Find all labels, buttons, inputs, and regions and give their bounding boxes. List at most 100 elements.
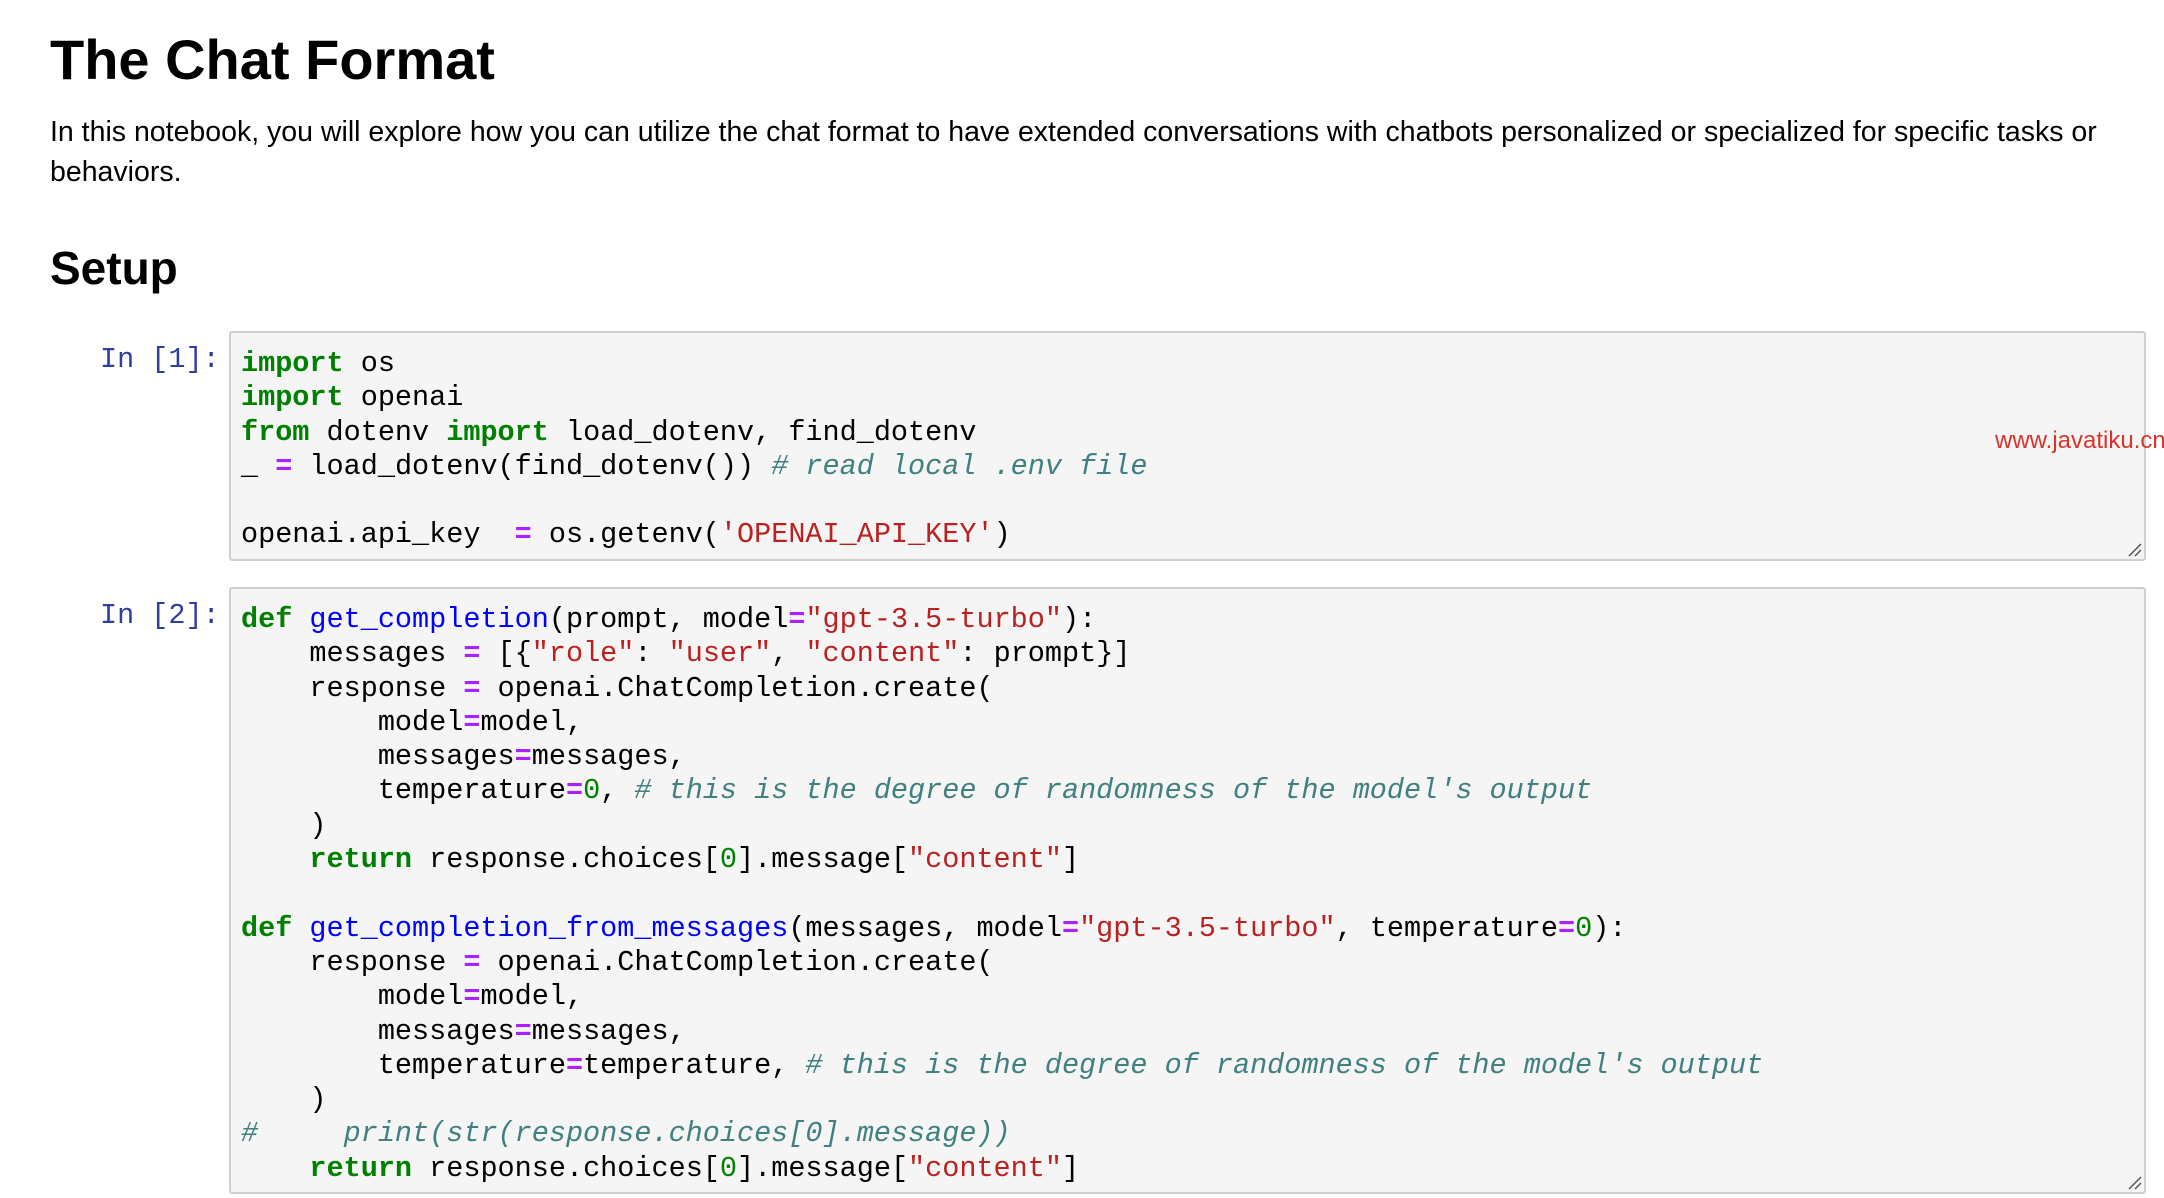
intro-text: In this notebook, you will explore how y…: [50, 116, 2097, 188]
code-line: return response.choices[0].message["cont…: [241, 843, 2144, 877]
code-token: messages,: [531, 1014, 686, 1048]
cell-prompt: In [2]:: [100, 599, 220, 632]
watermark: www.javatiku.cn: [1995, 427, 2164, 454]
code-token: ,: [600, 774, 635, 808]
code-token: messages: [241, 1014, 515, 1048]
code-line: messages=messages,: [241, 740, 2144, 774]
code-token: "gpt-3.5-turbo": [805, 603, 1062, 636]
code-token: =: [514, 518, 532, 552]
code-line: model=model,: [241, 980, 2144, 1014]
code-token: response.choices[: [412, 1151, 720, 1185]
code-token: =: [463, 945, 481, 979]
code-token: get_completion: [309, 603, 549, 636]
code-line: return response.choices[0].message["cont…: [241, 1152, 2144, 1186]
code-token: ]: [1061, 843, 1080, 877]
section-heading-setup: Setup: [50, 242, 178, 294]
code-token: messages,: [531, 740, 686, 774]
code-token: get_completion_from_messages: [309, 911, 789, 945]
code-line: response = openai.ChatCompletion.create(: [241, 672, 2144, 706]
code-token: "user": [668, 637, 772, 671]
resize-grip-icon[interactable]: [2126, 541, 2142, 557]
code-token: "content": [908, 843, 1062, 877]
code-cell[interactable]: def get_completion(prompt, model="gpt-3.…: [229, 587, 2146, 1194]
code-token: [{: [480, 637, 532, 671]
code-editor[interactable]: def get_completion(prompt, model="gpt-3.…: [231, 589, 2144, 1186]
code-line: response = openai.ChatCompletion.create(: [241, 946, 2144, 980]
code-token: import: [241, 381, 344, 415]
code-token: ): [241, 1083, 327, 1117]
code-token: (messages, model: [788, 911, 1062, 945]
code-token: import: [241, 347, 344, 380]
code-line: temperature=temperature, # this is the d…: [241, 1049, 2144, 1083]
cell-prompt: In [1]:: [100, 343, 220, 376]
code-line: # print(str(response.choices[0].message)…: [241, 1117, 2144, 1151]
code-token: (prompt, model: [548, 603, 789, 636]
code-token: response: [241, 671, 464, 705]
code-token: "role": [531, 637, 635, 671]
code-token: model: [241, 705, 464, 739]
code-token: temperature: [241, 774, 566, 808]
code-token: ): [241, 808, 327, 842]
code-token: # read local .env file: [771, 449, 1148, 483]
code-token: =: [514, 740, 532, 774]
code-token: =: [463, 637, 481, 671]
code-token: model: [241, 980, 464, 1014]
code-token: ].message[: [737, 1151, 909, 1185]
code-token: openai.api_key: [241, 518, 515, 552]
code-token: import: [446, 415, 549, 449]
code-token: messages: [241, 637, 464, 671]
code-token: messages: [241, 740, 515, 774]
code-token: response: [241, 945, 464, 979]
code-token: "content": [908, 1151, 1062, 1185]
code-token: dotenv: [309, 415, 447, 449]
code-token: ]: [1061, 1151, 1080, 1185]
code-token: openai.ChatCompletion.create(: [480, 945, 994, 979]
code-token: load_dotenv(find_dotenv()): [292, 449, 772, 483]
code-token: return: [309, 843, 413, 877]
resize-grip-icon[interactable]: [2126, 1174, 2142, 1190]
code-token: =: [788, 603, 806, 636]
code-line: messages=messages,: [241, 1015, 2144, 1049]
code-token: _: [241, 449, 276, 483]
code-token: def: [241, 911, 293, 945]
code-line: model=model,: [241, 706, 2144, 740]
code-token: response.choices[: [412, 843, 720, 877]
code-line: _ = load_dotenv(find_dotenv()) # read lo…: [241, 450, 2144, 484]
code-line: temperature=0, # this is the degree of r…: [241, 774, 2144, 808]
code-token: ].message[: [737, 843, 909, 877]
page-title: The Chat Format: [50, 28, 495, 91]
code-token: "content": [805, 637, 960, 671]
code-token: =: [463, 980, 481, 1014]
code-token: # print(str(response.choices[0].message)…: [241, 1117, 1011, 1151]
code-token: =: [463, 705, 481, 739]
code-cell[interactable]: import os import openai from dotenv import…: [229, 331, 2146, 561]
code-token: os: [343, 347, 395, 380]
code-line: ): [241, 1083, 2144, 1117]
code-token: return: [309, 1151, 413, 1185]
code-token: ):: [1061, 603, 1097, 636]
code-token: =: [514, 1014, 532, 1048]
code-token: temperature,: [583, 1048, 806, 1082]
code-token: 0: [719, 843, 738, 877]
code-token: # this is the degree of randomness of th…: [805, 1048, 1764, 1082]
code-token: ):: [1592, 911, 1627, 945]
code-token: , temperature: [1335, 911, 1558, 945]
code-line: def get_completion_from_messages(message…: [241, 912, 2144, 946]
code-token: =: [275, 449, 293, 483]
code-token: 0: [583, 774, 601, 808]
code-line: import os: [241, 347, 2144, 381]
code-token: ): [993, 518, 1011, 552]
code-token: openai.ChatCompletion.create(: [480, 671, 994, 705]
code-token: model,: [480, 705, 584, 739]
code-token: openai: [343, 381, 464, 415]
code-line: from dotenv import load_dotenv, find_dot…: [241, 416, 2144, 450]
code-token: 'OPENAI_API_KEY': [719, 518, 994, 552]
code-token: temperature: [241, 1048, 566, 1082]
code-line: openai.api_key = os.getenv('OPENAI_API_K…: [241, 518, 2144, 552]
code-editor[interactable]: import os import openai from dotenv import…: [231, 333, 2144, 553]
code-line: import openai: [241, 381, 2144, 415]
